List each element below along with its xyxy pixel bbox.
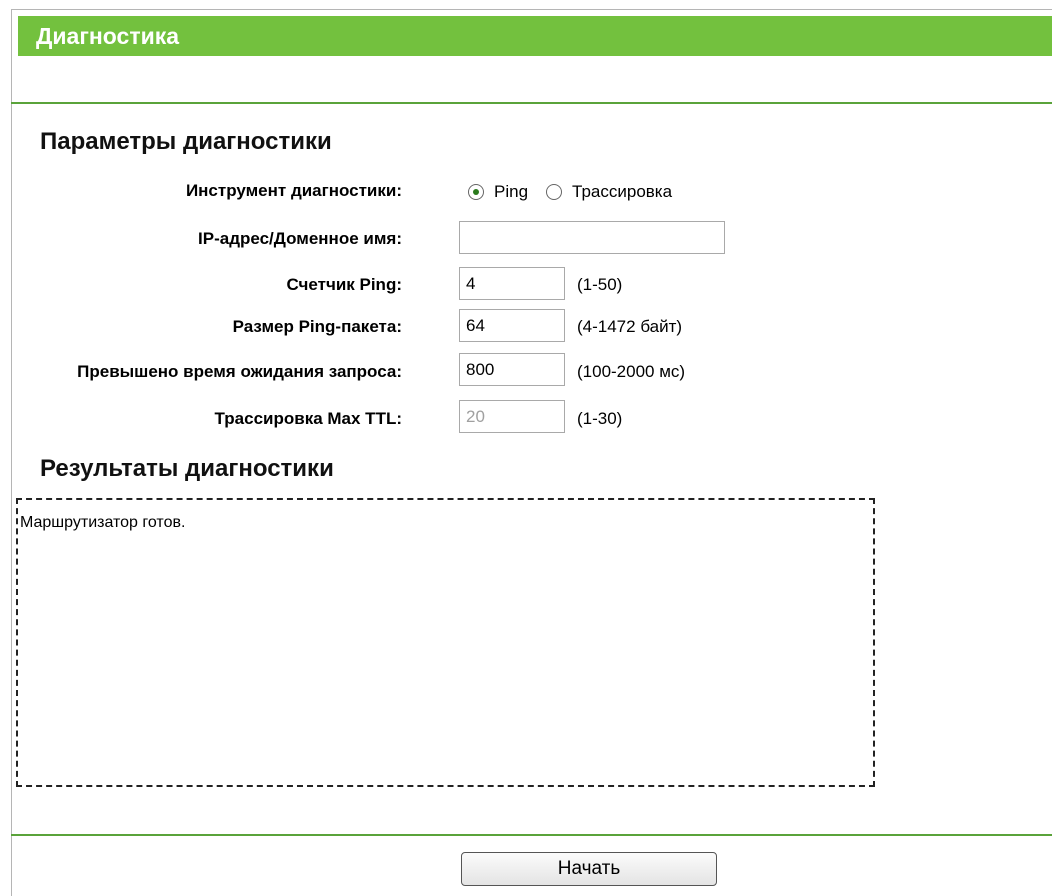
results-text: Маршрутизатор готов. [20, 514, 186, 531]
ping-radio[interactable] [468, 184, 484, 200]
title-bar: Диагностика [18, 16, 1052, 56]
ip-input[interactable] [459, 221, 725, 254]
bottom-divider [11, 834, 1052, 836]
traceroute-radio-label[interactable]: Трассировка [572, 182, 672, 202]
results-output: Маршрутизатор готов. [16, 498, 875, 787]
max-ttl-input[interactable] [459, 400, 565, 433]
timeout-input[interactable] [459, 353, 565, 386]
max-ttl-label: Трассировка Max TTL: [214, 409, 402, 428]
traceroute-radio[interactable] [546, 184, 563, 200]
top-divider [11, 102, 1052, 104]
tool-radio-group: Ping Трассировка [468, 180, 690, 204]
start-button[interactable]: Начать [461, 852, 717, 886]
tool-label: Инструмент диагностики: [185, 181, 402, 200]
ping-count-label: Счетчик Ping: [286, 275, 402, 294]
params-section-title: Параметры диагностики [40, 128, 332, 155]
timeout-label: Превышено время ожидания запроса: [77, 362, 402, 381]
timeout-hint: (100-2000 мс) [577, 362, 686, 381]
ping-size-hint: (4-1472 байт) [577, 317, 683, 336]
ping-count-hint: (1-50) [577, 275, 623, 294]
ping-radio-label[interactable]: Ping [494, 182, 528, 202]
ping-size-input[interactable] [459, 309, 565, 342]
ping-size-label: Размер Ping-пакета: [232, 317, 402, 336]
results-section-title: Результаты диагностики [40, 455, 334, 482]
ping-count-input[interactable] [459, 267, 565, 300]
ip-label: IP-адрес/Доменное имя: [198, 229, 402, 248]
max-ttl-hint: (1-30) [577, 409, 623, 428]
page-title: Диагностика [36, 23, 180, 49]
